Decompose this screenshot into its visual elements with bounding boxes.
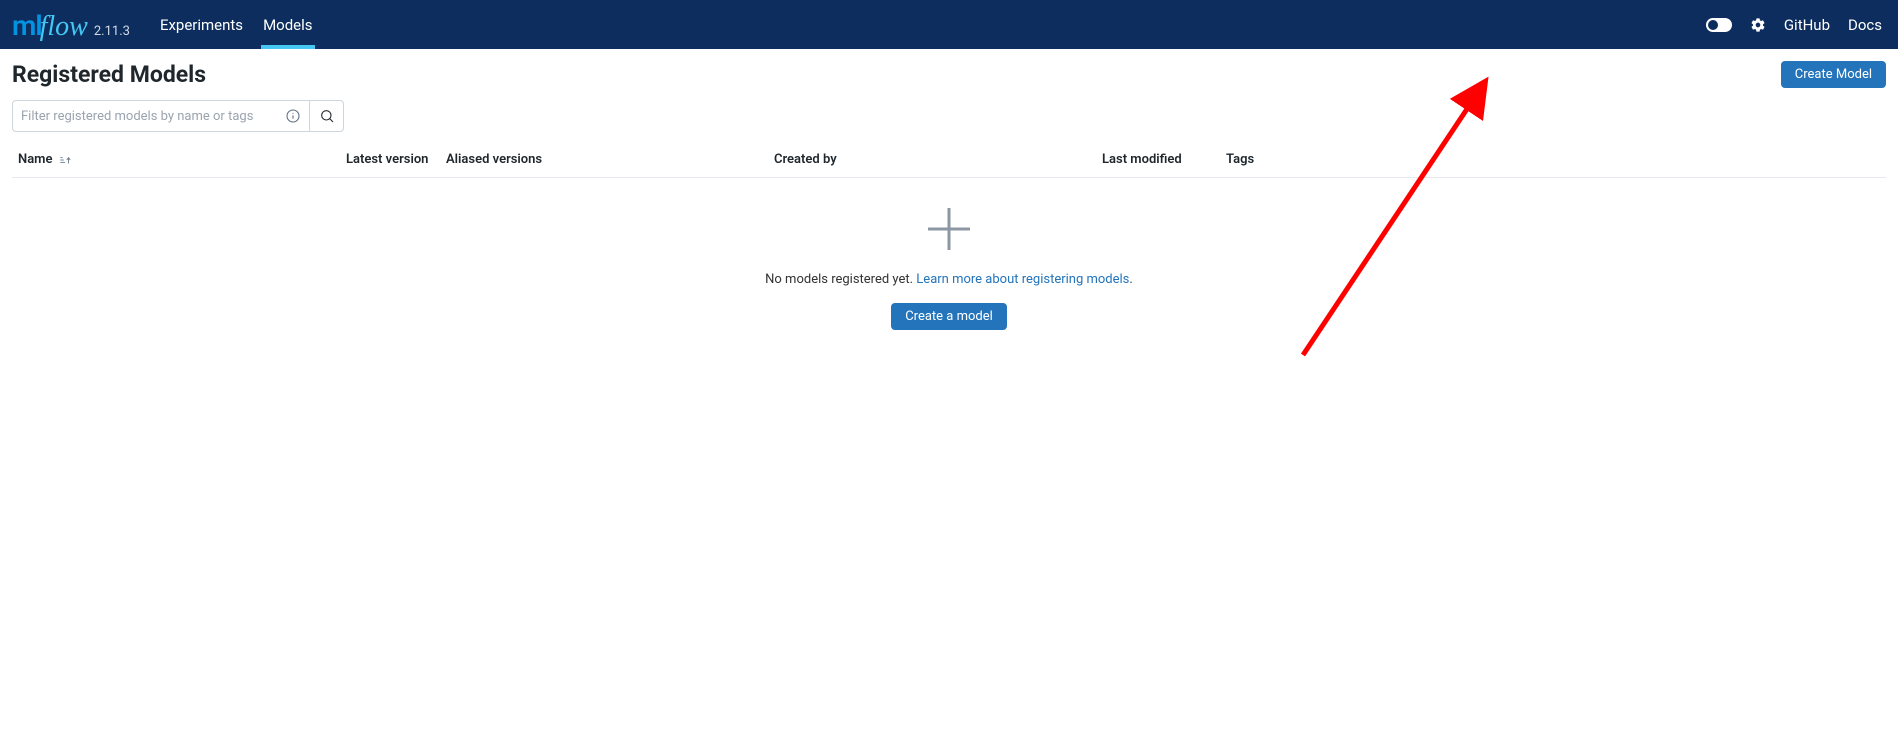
tab-models[interactable]: Models [253,0,322,49]
logo-ml: ml [12,9,42,42]
col-last-modified[interactable]: Last modified [1102,152,1226,167]
github-link[interactable]: GitHub [1784,16,1830,34]
info-icon[interactable] [285,108,301,124]
plus-icon [926,206,972,252]
col-name-label: Name [18,152,52,167]
page-content: Registered Models Create Model Name Late… [0,49,1898,330]
learn-more-link[interactable]: Learn more about registering models [916,272,1129,287]
col-latest-version[interactable]: Latest version [346,152,446,167]
sort-asc-icon [58,153,72,167]
empty-text-prefix: No models registered yet. [765,272,916,287]
filter-row [12,100,1886,132]
gear-icon[interactable] [1750,17,1766,33]
empty-state: No models registered yet. Learn more abo… [12,178,1886,330]
search-button[interactable] [310,100,344,132]
page-header: Registered Models Create Model [12,61,1886,88]
header-right: GitHub Docs [1706,16,1882,34]
header-left: ml flow 2.11.3 Experiments Models [12,0,323,49]
tab-models-label: Models [263,16,312,34]
tab-experiments-label: Experiments [160,16,243,34]
col-aliased-versions[interactable]: Aliased versions [446,152,774,167]
mlflow-logo[interactable]: ml flow 2.11.3 [12,7,130,43]
col-name[interactable]: Name [18,152,346,167]
col-tags[interactable]: Tags [1226,152,1326,167]
tab-experiments[interactable]: Experiments [150,0,253,49]
empty-text: No models registered yet. Learn more abo… [765,272,1133,287]
create-model-button[interactable]: Create Model [1781,61,1886,88]
empty-text-suffix: . [1129,272,1132,287]
create-a-model-button[interactable]: Create a model [891,303,1007,330]
app-header: ml flow 2.11.3 Experiments Models GitHub… [0,0,1898,49]
col-created-by[interactable]: Created by [774,152,1102,167]
docs-link[interactable]: Docs [1848,16,1882,34]
nav-tabs: Experiments Models [150,0,323,49]
filter-input[interactable] [21,109,285,124]
table-header: Name Latest version Aliased versions Cre… [12,142,1886,178]
logo-flow: flow [40,11,88,43]
filter-input-wrap [12,100,310,132]
page-title: Registered Models [12,61,206,88]
theme-toggle[interactable] [1706,18,1732,32]
logo-version: 2.11.3 [94,24,130,43]
